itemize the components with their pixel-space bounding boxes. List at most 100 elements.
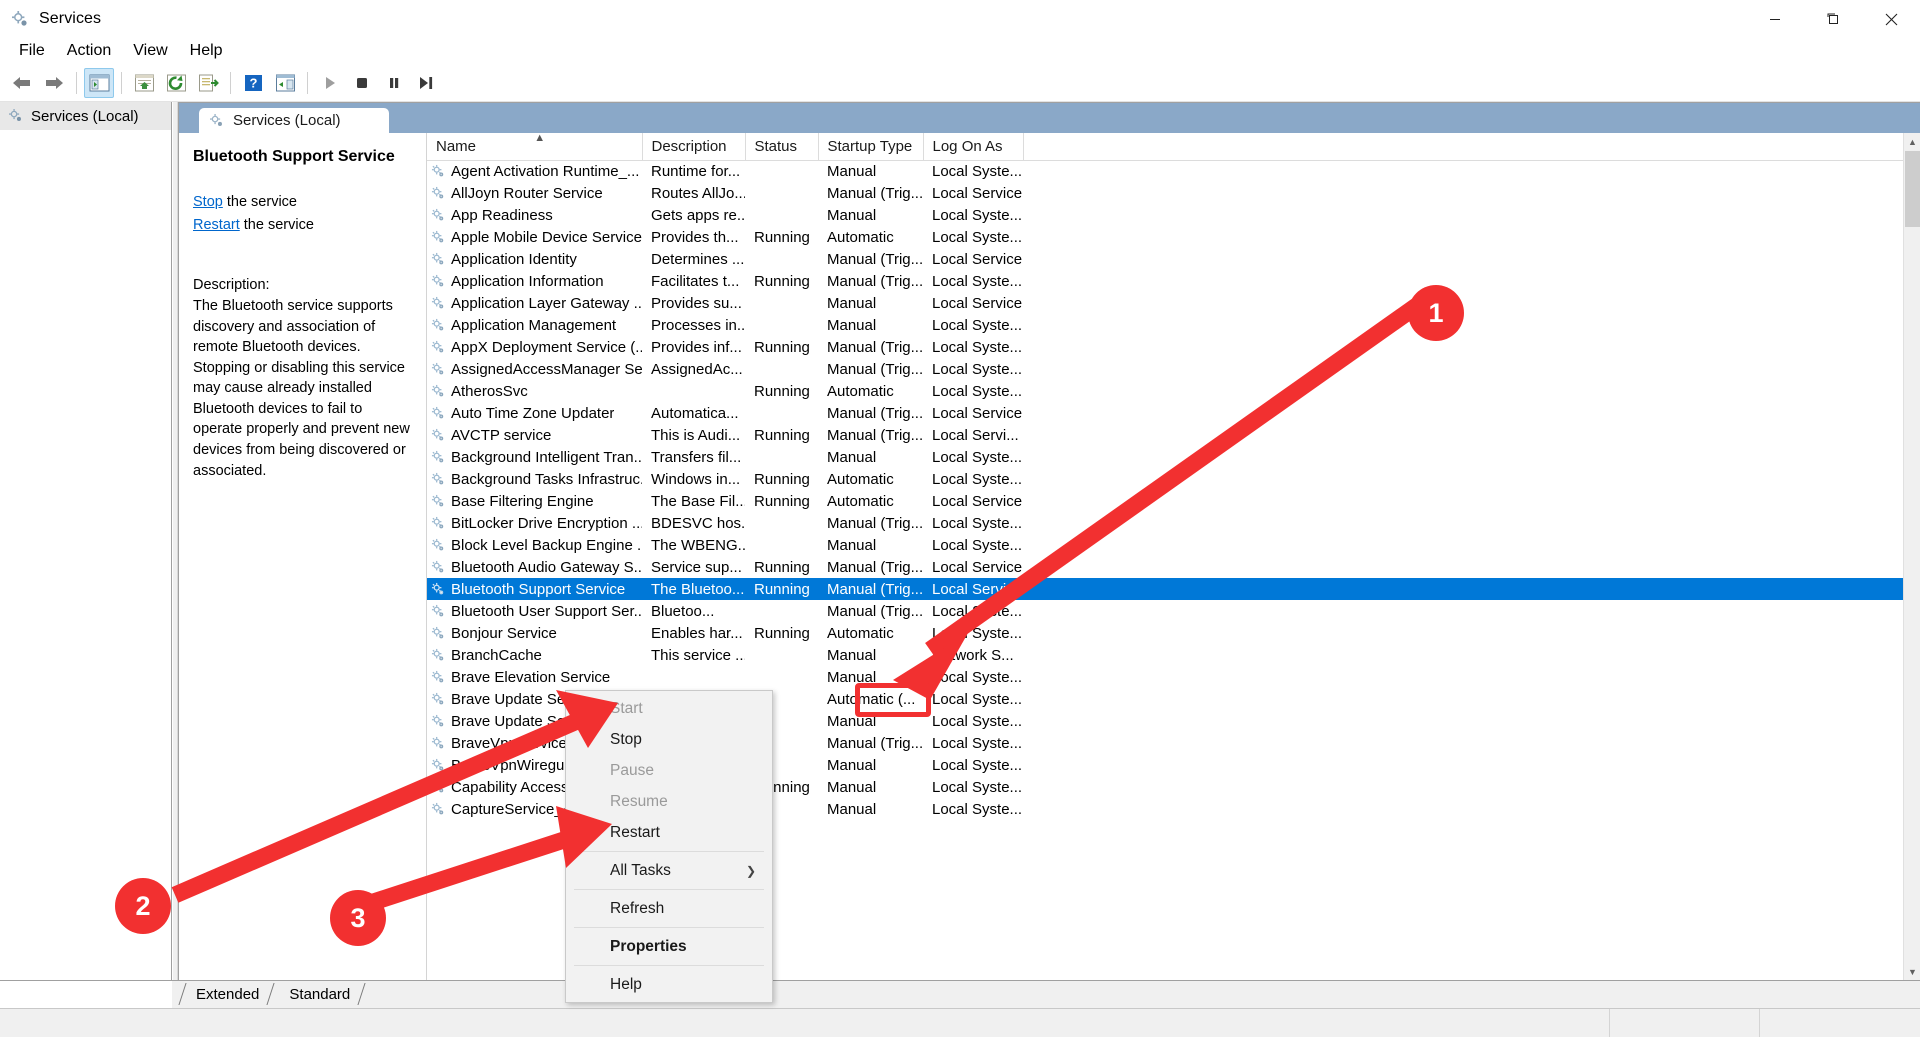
context-menu-item-label: Help bbox=[610, 975, 642, 993]
table-row[interactable]: AllJoyn Router Service Routes AllJo... Man… bbox=[427, 182, 1920, 204]
selected-service-row[interactable]: Bluetooth Support Service The Bluetoo... R… bbox=[427, 578, 1920, 600]
service-name-text: BitLocker Drive Encryption ... bbox=[451, 514, 642, 532]
column-header-description[interactable]: Description bbox=[642, 133, 746, 161]
service-gear-icon bbox=[431, 692, 446, 707]
cell-service-name: Brave Elevation Service bbox=[427, 666, 642, 688]
cell-status bbox=[745, 534, 818, 556]
context-menu-item-properties[interactable]: Properties bbox=[566, 931, 772, 962]
tab-extended[interactable]: Extended bbox=[178, 981, 275, 1007]
properties-button[interactable] bbox=[193, 68, 223, 98]
cell-startup-type: Manual (Trig... bbox=[827, 360, 923, 378]
help-button[interactable]: ? bbox=[238, 68, 268, 98]
menu-action[interactable]: Action bbox=[56, 40, 122, 62]
vertical-scrollbar[interactable]: ▲ ▼ bbox=[1903, 133, 1920, 980]
table-row[interactable]: Auto Time Zone Updater Automatica... Manua… bbox=[427, 402, 1920, 424]
context-menu-item-resume: Resume bbox=[566, 786, 772, 817]
close-button[interactable] bbox=[1862, 0, 1920, 38]
restart-service-button[interactable] bbox=[411, 68, 441, 98]
pause-service-button[interactable] bbox=[379, 68, 409, 98]
service-name-text: AppX Deployment Service (... bbox=[451, 338, 642, 356]
tab-edge bbox=[357, 983, 366, 1005]
cell-description: Windows in... bbox=[651, 470, 741, 488]
cell-status: Running bbox=[754, 272, 810, 290]
service-gear-icon bbox=[431, 670, 446, 685]
maximize-button[interactable] bbox=[1804, 0, 1862, 38]
context-menu-item-help[interactable]: Help bbox=[566, 969, 772, 1000]
column-header-startup-type[interactable]: Startup Type bbox=[818, 133, 924, 161]
menu-file[interactable]: File bbox=[8, 40, 56, 62]
column-header-name[interactable]: Name ▲ bbox=[427, 133, 643, 161]
scroll-down-button[interactable]: ▼ bbox=[1904, 963, 1920, 980]
context-menu-item-stop[interactable]: Stop bbox=[566, 724, 772, 755]
context-menu-item-all-tasks[interactable]: All Tasks ❯ bbox=[566, 855, 772, 886]
cell-status bbox=[745, 446, 818, 468]
column-header-status[interactable]: Status bbox=[745, 133, 819, 161]
table-row[interactable]: AssignedAccessManager Se... AssignedAc...… bbox=[427, 358, 1920, 380]
table-row[interactable]: Application Layer Gateway ... Provides su… bbox=[427, 292, 1920, 314]
table-row[interactable]: Block Level Backup Engine ... The WBENG..… bbox=[427, 534, 1920, 556]
table-row[interactable]: Brave Elevation Service Manual Local Syste… bbox=[427, 666, 1920, 688]
window-controls bbox=[1746, 0, 1920, 38]
cell-log-on-as: Network S... bbox=[932, 646, 1014, 664]
stop-service-action: Stop the service bbox=[193, 192, 412, 213]
service-name-text: Application Identity bbox=[451, 250, 577, 268]
service-name-text: Apple Mobile Device Service bbox=[451, 228, 642, 246]
export-list-button[interactable] bbox=[129, 68, 159, 98]
cell-description: This is Audi... bbox=[651, 426, 741, 444]
refresh-button[interactable] bbox=[161, 68, 191, 98]
tree-node-services-local[interactable]: Services (Local) bbox=[0, 102, 171, 130]
table-row[interactable]: AppX Deployment Service (... Provides inf… bbox=[427, 336, 1920, 358]
table-row[interactable]: Application Management Processes in... Man… bbox=[427, 314, 1920, 336]
table-row[interactable]: App Readiness Gets apps re... Manual Local … bbox=[427, 204, 1920, 226]
stop-service-button[interactable] bbox=[347, 68, 377, 98]
table-row[interactable]: BitLocker Drive Encryption ... BDESVC hos… bbox=[427, 512, 1920, 534]
show-hide-console-tree-button[interactable] bbox=[84, 67, 114, 98]
table-row[interactable]: Application Information Facilitates t... R… bbox=[427, 270, 1920, 292]
cell-log-on-as: Local Syste... bbox=[932, 668, 1023, 686]
service-gear-icon bbox=[431, 494, 446, 509]
table-row[interactable]: Agent Activation Runtime_... Runtime for.… bbox=[427, 160, 1920, 182]
cell-status bbox=[745, 160, 818, 182]
scrollbar-thumb[interactable] bbox=[1905, 151, 1920, 227]
table-row[interactable]: AtherosSvc Running Automatic Local Syste... bbox=[427, 380, 1920, 402]
service-gear-icon bbox=[431, 560, 446, 575]
table-row[interactable]: AVCTP service This is Audi... Running Manua… bbox=[427, 424, 1920, 446]
service-name-text: Background Tasks Infrastruc... bbox=[451, 470, 642, 488]
scroll-up-button[interactable]: ▲ bbox=[1904, 133, 1920, 150]
restart-service-action: Restart the service bbox=[193, 215, 412, 236]
context-menu-item-refresh[interactable]: Refresh bbox=[566, 893, 772, 924]
service-gear-icon bbox=[431, 208, 446, 223]
tab-standard[interactable]: Standard bbox=[273, 981, 366, 1007]
table-row[interactable]: Bluetooth Audio Gateway S... Service sup.… bbox=[427, 556, 1920, 578]
cell-startup-type: Automatic bbox=[827, 382, 894, 400]
stop-service-link[interactable]: Stop bbox=[193, 194, 223, 210]
start-service-button[interactable] bbox=[315, 68, 345, 98]
context-menu-item-label: Start bbox=[610, 699, 643, 717]
service-context-menu: Start Stop Pause Resume Restart All Tasks ❯ Ref… bbox=[565, 690, 773, 1003]
cell-startup-type: Manual bbox=[827, 800, 877, 818]
service-gear-icon bbox=[431, 318, 446, 333]
service-gear-icon bbox=[431, 252, 446, 267]
minimize-button[interactable] bbox=[1746, 0, 1804, 38]
table-row[interactable]: Background Tasks Infrastruc... Windows in… bbox=[427, 468, 1920, 490]
column-header-log-on-as[interactable]: Log On As bbox=[923, 133, 1024, 161]
cell-filler bbox=[1023, 688, 1920, 710]
restart-service-link[interactable]: Restart bbox=[193, 217, 240, 233]
back-button[interactable] bbox=[7, 68, 37, 98]
cell-status bbox=[745, 248, 818, 270]
cell-filler bbox=[1023, 446, 1920, 468]
show-action-pane-button[interactable] bbox=[270, 68, 300, 98]
tab-extended-label: Extended bbox=[196, 985, 260, 1003]
menu-help[interactable]: Help bbox=[179, 40, 234, 62]
table-row[interactable]: Background Intelligent Tran... Transfers … bbox=[427, 446, 1920, 468]
table-row[interactable]: Application Identity Determines ... Manual… bbox=[427, 248, 1920, 270]
forward-button[interactable] bbox=[39, 68, 69, 98]
context-menu-item-restart[interactable]: Restart bbox=[566, 817, 772, 848]
table-row[interactable]: Base Filtering Engine The Base Fil... Runn… bbox=[427, 490, 1920, 512]
table-row[interactable]: BranchCache This service ... Manual Network… bbox=[427, 644, 1920, 666]
menu-view[interactable]: View bbox=[122, 40, 178, 62]
table-row[interactable]: Apple Mobile Device Service Provides th..… bbox=[427, 226, 1920, 248]
tab-services-local[interactable]: Services (Local) bbox=[199, 108, 389, 133]
table-row[interactable]: Bonjour Service Enables har... Running Auto… bbox=[427, 622, 1920, 644]
table-row[interactable]: Bluetooth User Support Ser... Bluetoo... M… bbox=[427, 600, 1920, 622]
